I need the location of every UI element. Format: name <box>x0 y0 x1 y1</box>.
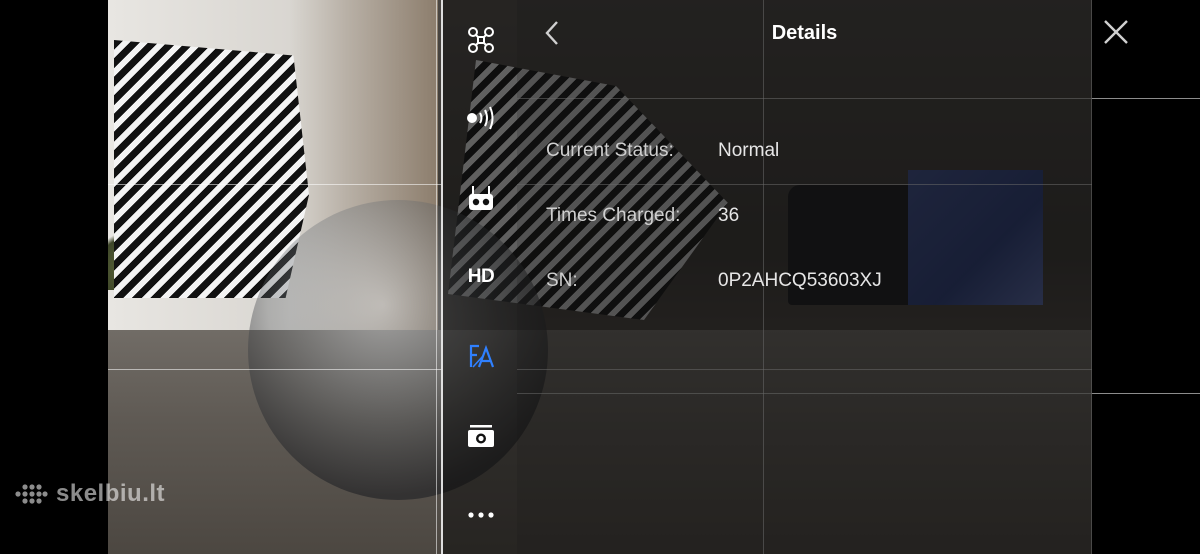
detail-label: Times Charged: <box>546 205 681 226</box>
grid-line <box>436 0 437 554</box>
more-icon[interactable] <box>443 493 519 537</box>
close-icon <box>1104 20 1128 44</box>
close-button[interactable] <box>1100 16 1132 48</box>
detail-row-status: Current Status: Normal <box>546 140 779 162</box>
detail-row-times-charged: Times Charged: 36 <box>546 205 739 227</box>
aircraft-icon[interactable] <box>443 18 519 62</box>
signal-icon[interactable] <box>443 96 519 140</box>
detail-label: SN: <box>546 270 578 291</box>
watermark-logo-icon <box>15 484 48 504</box>
grid-line <box>108 184 442 185</box>
chevron-left-icon <box>545 21 558 45</box>
detail-value: 36 <box>718 205 740 226</box>
settings-toolbar: HD <box>441 0 517 554</box>
panel-header: Details <box>517 0 1092 66</box>
details-panel: Details Current Status: Normal Times Cha… <box>517 0 1092 554</box>
detail-value: 0P2AHCQ53603XJ <box>718 270 882 291</box>
watermark-text: skelbiu.lt <box>56 480 166 507</box>
grid-line <box>108 369 442 370</box>
hd-icon[interactable]: HD <box>443 255 519 299</box>
detail-value: Normal <box>718 140 780 161</box>
back-button[interactable] <box>537 14 567 52</box>
remote-controller-icon[interactable] <box>443 177 519 221</box>
detail-row-sn: SN: 0P2AHCQ53603XJ <box>546 270 882 292</box>
watermark: skelbiu.lt <box>14 480 165 508</box>
detail-label: Current Status: <box>546 140 674 161</box>
camera-icon[interactable] <box>443 414 519 458</box>
page-title: Details <box>771 21 838 44</box>
hd-label: HD <box>467 266 495 287</box>
battery-fa-icon[interactable] <box>443 334 519 378</box>
